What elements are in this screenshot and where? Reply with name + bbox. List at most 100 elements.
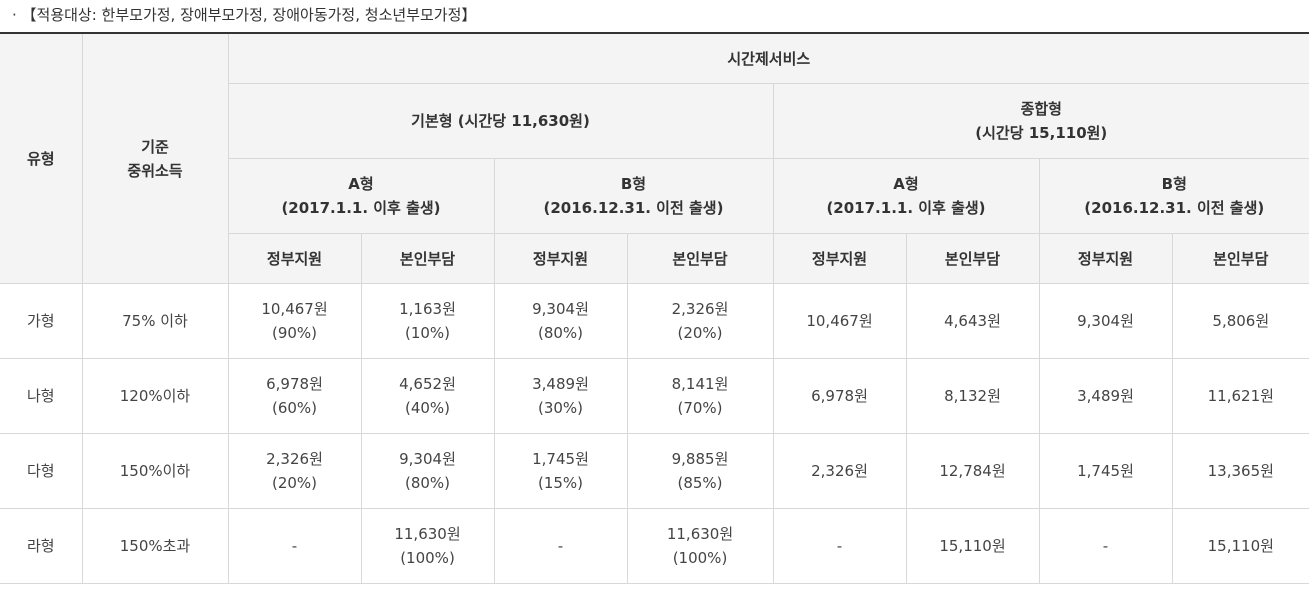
header-comprehensive-line1: 종합형 bbox=[1020, 100, 1062, 118]
table-row: 나형 120%이하 6,978원 (60%) 4,652원 (40%) 3,489원… bbox=[0, 358, 1309, 434]
header-basic-a-line1: A형 bbox=[348, 175, 374, 193]
amount: 8,141원 bbox=[671, 375, 729, 393]
cell-basic-a-gov: - bbox=[227, 508, 362, 584]
header-comp-a-gov: 정부지원 bbox=[772, 233, 907, 284]
header-basic-b-self: 본인부담 bbox=[626, 233, 774, 284]
cell-comp-a-gov: 6,978원 bbox=[772, 358, 907, 434]
percent: (30%) bbox=[537, 399, 584, 417]
cell-comp-b-gov: - bbox=[1038, 508, 1173, 584]
cell-comp-b-gov: 1,745원 bbox=[1038, 433, 1173, 509]
cell-comp-b-self: 11,621원 bbox=[1171, 358, 1309, 434]
amount: 9,885원 bbox=[671, 450, 729, 468]
fee-support-table: 유형 기준 중위소득 시간제서비스 기본형 (시간당 11,630원) 종합형 … bbox=[0, 32, 1309, 584]
cell-income: 120%이하 bbox=[81, 358, 229, 434]
header-comprehensive: 종합형 (시간당 15,110원) bbox=[772, 83, 1309, 159]
cell-basic-a-self: 4,652원 (40%) bbox=[360, 358, 495, 434]
cell-comp-a-self: 12,784원 bbox=[905, 433, 1040, 509]
amount: 3,489원 bbox=[532, 375, 589, 393]
cell-basic-a-self: 1,163원 (10%) bbox=[360, 283, 495, 359]
cell-comp-a-gov: 10,467원 bbox=[772, 283, 907, 359]
header-comp-b-line1: B형 bbox=[1161, 175, 1187, 193]
cell-basic-b-self: 2,326원 (20%) bbox=[626, 283, 774, 359]
cell-type: 나형 bbox=[0, 358, 83, 434]
header-comp-b-self: 본인부담 bbox=[1171, 233, 1309, 284]
cell-basic-a-self: 11,630원 (100%) bbox=[360, 508, 495, 584]
amount: 11,630원 bbox=[394, 525, 461, 543]
header-comprehensive-line2: (시간당 15,110원) bbox=[975, 124, 1108, 142]
header-income: 기준 중위소득 bbox=[81, 32, 229, 284]
amount: 2,326원 bbox=[266, 450, 323, 468]
cell-basic-b-gov: - bbox=[493, 508, 628, 584]
header-basic-a-self: 본인부담 bbox=[360, 233, 495, 284]
header-basic-a: A형 (2017.1.1. 이후 출생) bbox=[228, 158, 495, 234]
percent: (20%) bbox=[677, 324, 723, 342]
header-basic-b-gov: 정부지원 bbox=[493, 233, 628, 284]
percent: (85%) bbox=[677, 474, 723, 492]
cell-comp-b-gov: 9,304원 bbox=[1038, 283, 1173, 359]
percent: (15%) bbox=[537, 474, 584, 492]
cell-basic-b-self: 11,630원 (100%) bbox=[626, 508, 774, 584]
percent: (80%) bbox=[537, 324, 584, 342]
cell-basic-a-gov: 10,467원 (90%) bbox=[227, 283, 362, 359]
cell-comp-a-self: 8,132원 bbox=[905, 358, 1040, 434]
cell-type: 가형 bbox=[0, 283, 83, 359]
percent: (70%) bbox=[677, 399, 723, 417]
cell-basic-b-self: 9,885원 (85%) bbox=[626, 433, 774, 509]
cell-income: 150%초과 bbox=[81, 508, 229, 584]
cell-type: 다형 bbox=[0, 433, 83, 509]
header-basic-b-line1: B형 bbox=[620, 175, 647, 193]
table-row: 라형 150%초과 - 11,630원 (100%) - 11,630원 (100%… bbox=[0, 508, 1309, 584]
header-basic: 기본형 (시간당 11,630원) bbox=[228, 83, 774, 159]
cell-basic-b-self: 8,141원 (70%) bbox=[626, 358, 774, 434]
header-income-line1: 기준 bbox=[141, 137, 169, 156]
cell-comp-a-gov: 2,326원 bbox=[772, 433, 907, 509]
amount: 9,304원 bbox=[532, 300, 589, 318]
percent: (100%) bbox=[672, 549, 728, 567]
cell-income: 150%이하 bbox=[81, 433, 229, 509]
header-basic-a-line2: (2017.1.1. 이후 출생) bbox=[281, 199, 441, 217]
cell-type: 라형 bbox=[0, 508, 83, 584]
percent: (40%) bbox=[404, 399, 451, 417]
cell-basic-a-gov: 2,326원 (20%) bbox=[227, 433, 362, 509]
amount: 11,630원 bbox=[666, 525, 734, 543]
percent: (10%) bbox=[404, 324, 451, 342]
cell-basic-b-gov: 1,745원 (15%) bbox=[493, 433, 628, 509]
header-basic-a-gov: 정부지원 bbox=[228, 233, 362, 284]
amount: 1,745원 bbox=[532, 450, 589, 468]
header-comp-b-gov: 정부지원 bbox=[1038, 233, 1173, 284]
percent: (100%) bbox=[400, 549, 455, 567]
amount: 4,652원 bbox=[399, 375, 456, 393]
header-comp-a: A형 (2017.1.1. 이후 출생) bbox=[772, 158, 1040, 234]
amount: 1,163원 bbox=[399, 300, 456, 318]
cell-income: 75% 이하 bbox=[81, 283, 229, 359]
header-comp-a-line1: A형 bbox=[893, 175, 919, 193]
percent: (80%) bbox=[404, 474, 451, 492]
cell-comp-b-self: 13,365원 bbox=[1171, 433, 1309, 509]
cell-basic-b-gov: 9,304원 (80%) bbox=[493, 283, 628, 359]
amount: 6,978원 bbox=[266, 375, 323, 393]
header-income-line2: 중위소득 bbox=[127, 161, 183, 180]
amount: 10,467원 bbox=[261, 300, 328, 318]
header-basic-b-line2: (2016.12.31. 이전 출생) bbox=[543, 199, 724, 217]
applicable-targets-note: · 【적용대상: 한부모가정, 장애부모가정, 장애아동가정, 청소년부모가정】 bbox=[12, 6, 477, 24]
header-comp-a-line2: (2017.1.1. 이후 출생) bbox=[826, 199, 986, 217]
cell-basic-a-gov: 6,978원 (60%) bbox=[227, 358, 362, 434]
table-row: 가형 75% 이하 10,467원 (90%) 1,163원 (10%) 9,304… bbox=[0, 283, 1309, 359]
cell-comp-a-gov: - bbox=[772, 508, 907, 584]
header-basic-b: B형 (2016.12.31. 이전 출생) bbox=[493, 158, 774, 234]
cell-comp-b-self: 5,806원 bbox=[1171, 283, 1309, 359]
cell-comp-a-self: 15,110원 bbox=[905, 508, 1040, 584]
percent: (60%) bbox=[271, 399, 318, 417]
header-service: 시간제서비스 bbox=[227, 32, 1309, 84]
header-type: 유형 bbox=[0, 32, 83, 284]
table-row: 다형 150%이하 2,326원 (20%) 9,304원 (80%) 1,745원… bbox=[0, 433, 1309, 509]
cell-comp-b-gov: 3,489원 bbox=[1038, 358, 1173, 434]
cell-basic-b-gov: 3,489원 (30%) bbox=[493, 358, 628, 434]
cell-comp-a-self: 4,643원 bbox=[905, 283, 1040, 359]
cell-basic-a-self: 9,304원 (80%) bbox=[360, 433, 495, 509]
percent: (20%) bbox=[271, 474, 318, 492]
header-comp-a-self: 본인부담 bbox=[905, 233, 1040, 284]
cell-comp-b-self: 15,110원 bbox=[1171, 508, 1309, 584]
amount: 9,304원 bbox=[399, 450, 456, 468]
header-comp-b: B형 (2016.12.31. 이전 출생) bbox=[1038, 158, 1309, 234]
